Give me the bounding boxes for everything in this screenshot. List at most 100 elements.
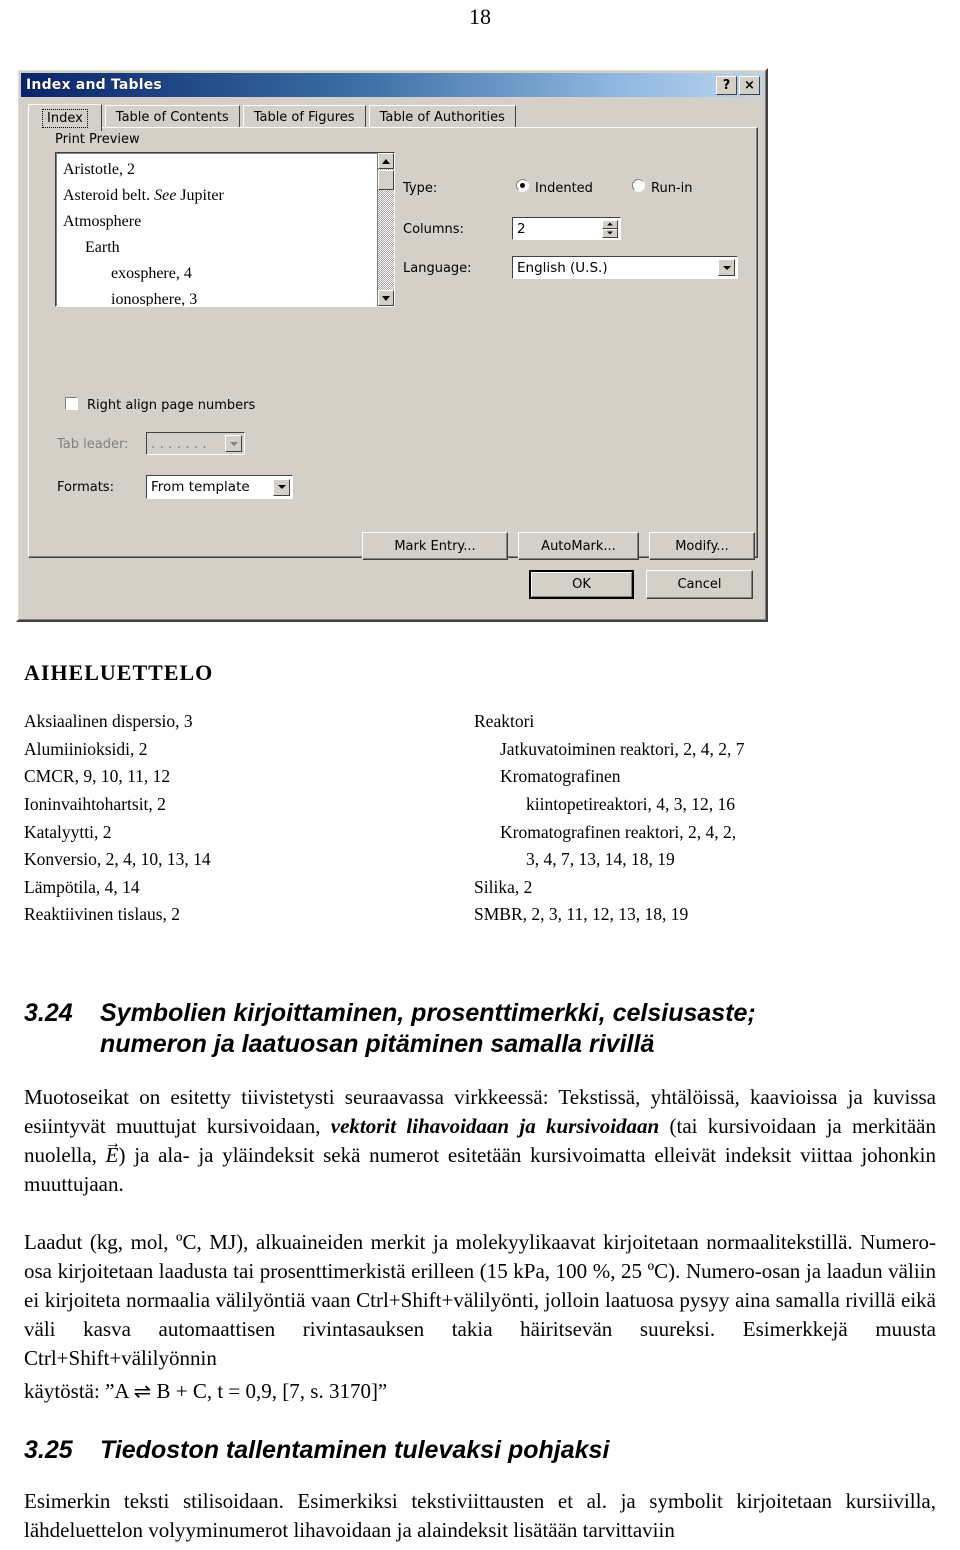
modify-label: Modify... (675, 538, 729, 554)
index-column-right: Reaktori Jatkuvatoiminen reaktori, 2, 4,… (474, 708, 904, 929)
paragraph-1: Muotoseikat on esitetty tiivistetysti se… (24, 1083, 936, 1199)
help-button[interactable]: ? (716, 75, 737, 95)
section-title-line1: Symbolien kirjoittaminen, prosenttimerkk… (100, 999, 756, 1027)
preview-line-text: Asteroid belt. (63, 186, 155, 204)
print-preview-box[interactable]: Aristotle, 2 Asteroid belt. See Jupiter … (55, 152, 395, 307)
index-sample-block: AIHELUETTELO Aksiaalinen dispersio, 3 Al… (24, 660, 924, 929)
tab-leader-label: Tab leader: (57, 437, 129, 452)
dialog-tabstrip: Index Table of Contents Table of Figures… (28, 103, 758, 131)
spinner-up-icon[interactable] (602, 219, 618, 229)
index-entry: Reaktiivinen tislaus, 2 (24, 904, 181, 925)
columns-stepper[interactable]: 2 (512, 217, 621, 240)
heading-indent-spacer (24, 1029, 100, 1060)
index-entry: Silika, 2 (474, 876, 533, 897)
chevron-down-icon[interactable] (273, 478, 290, 496)
page-number: 18 (469, 4, 491, 29)
radio-indented-label[interactable]: Indented (535, 181, 593, 196)
index-tab-page: Print Preview Aristotle, 2 Asteroid belt… (28, 127, 758, 560)
chevron-down-icon[interactable] (718, 259, 735, 276)
section-heading-3-24: 3.24 Symbolien kirjoittaminen, prosentti… (24, 998, 936, 1059)
ok-button[interactable]: OK (529, 570, 634, 599)
section-title-line2: numeron ja laatuosan pitäminen samalla r… (100, 1029, 655, 1058)
chevron-down-icon[interactable] (225, 435, 242, 452)
cancel-button[interactable]: Cancel (646, 570, 753, 599)
section-title-line1: Tiedoston tallentaminen tulevaksi pohjak… (100, 1436, 610, 1464)
index-entry: Alumiinioksidi, 2 (24, 738, 148, 759)
close-icon[interactable]: × (739, 75, 760, 95)
mark-entry-button[interactable]: Mark Entry... (362, 532, 508, 560)
language-combobox[interactable]: English (U.S.) (512, 256, 738, 279)
paragraph-2-last-line: käytöstä: ”A ⇌ B + C, t = 0,9, [7, s. 31… (24, 1377, 936, 1406)
formats-combobox[interactable]: From template (146, 475, 293, 499)
columns-spinner[interactable] (602, 219, 618, 238)
tab-table-of-contents-label: Table of Contents (115, 110, 229, 125)
automark-button[interactable]: AutoMark... (518, 532, 639, 560)
index-entry: SMBR, 2, 3, 11, 12, 13, 18, 19 (474, 904, 689, 925)
document-page: 18 Index and Tables ? × Index Table of C… (0, 0, 960, 1550)
print-preview-content: Aristotle, 2 Asteroid belt. See Jupiter … (56, 153, 377, 306)
index-column-left: Aksiaalinen dispersio, 3 Alumiinioksidi,… (24, 708, 454, 929)
radio-indented-dot (520, 183, 525, 188)
formats-label: Formats: (57, 480, 114, 495)
paragraph-2-last-text: käytöstä: ”A ⇌ B + C, t = 0,9, [7, s. 31… (24, 1379, 388, 1403)
tab-index-label: Index (42, 108, 88, 128)
heading-line-2: numeron ja laatuosan pitäminen samalla r… (24, 1029, 936, 1060)
tab-table-of-authorities[interactable]: Table of Authorities (368, 105, 516, 129)
vector-arrow-icon: → (104, 1133, 121, 1153)
paragraph-3-text: Esimerkin teksti stilisoidaan. Esimerkik… (24, 1489, 936, 1542)
index-entry: 3, 4, 7, 13, 14, 18, 19 (526, 849, 675, 870)
index-entry: Jatkuvatoiminen reaktori, 2, 4, 2, 7 (500, 738, 745, 759)
tab-table-of-authorities-label: Table of Authorities (379, 110, 505, 125)
dialog-titlebar[interactable]: Index and Tables ? × (21, 73, 763, 97)
radio-indented[interactable] (516, 179, 529, 192)
preview-line: ionosphere, 3 (111, 290, 198, 306)
index-entry: Kromatografinen (500, 766, 621, 787)
index-and-tables-dialog: Index and Tables ? × Index Table of Cont… (16, 68, 768, 622)
index-entry: Lämpötila, 4, 14 (24, 876, 140, 897)
radio-run-in-label[interactable]: Run-in (651, 181, 692, 196)
right-align-checkbox[interactable] (65, 397, 78, 410)
mark-entry-label: Mark Entry... (394, 538, 476, 554)
index-entry: Kromatografinen reaktori, 2, 4, 2, (500, 821, 737, 842)
radio-run-in[interactable] (632, 179, 645, 192)
index-entry: CMCR, 9, 10, 11, 12 (24, 766, 171, 787)
index-entry: Aksiaalinen dispersio, 3 (24, 711, 193, 731)
spinner-down-icon[interactable] (602, 228, 618, 238)
heading-line-1: 3.25 Tiedoston tallentaminen tulevaksi p… (24, 1435, 936, 1466)
preview-line-italic: See (154, 186, 177, 204)
section-number: 3.24 (24, 999, 73, 1027)
preview-scrollbar[interactable] (377, 153, 394, 306)
columns-label: Columns: (403, 222, 464, 237)
tab-leader-combobox[interactable]: . . . . . . . (146, 432, 245, 455)
tab-index[interactable]: Index (28, 104, 102, 131)
scroll-down-icon[interactable] (378, 290, 394, 306)
dialog-title: Index and Tables (26, 77, 162, 93)
preview-line: Earth (85, 238, 120, 256)
paragraph-1-part-c: ) ja ala- ja yläindeksit sekä numerot es… (24, 1142, 936, 1196)
scrollbar-thumb[interactable] (378, 170, 394, 190)
preview-line: Asteroid belt. See Jupiter (63, 183, 377, 209)
index-entry: Katalyytti, 2 (24, 821, 112, 842)
section-number: 3.25 (24, 1436, 73, 1464)
index-sample-columns: Aksiaalinen dispersio, 3 Alumiinioksidi,… (24, 708, 924, 929)
vector-symbol: → E (105, 1133, 121, 1170)
tab-table-of-figures[interactable]: Table of Figures (242, 105, 366, 129)
index-sample-title: AIHELUETTELO (24, 660, 214, 685)
preview-line-tail: Jupiter (176, 186, 224, 204)
modify-button[interactable]: Modify... (649, 532, 755, 560)
preview-line: Aristotle, 2 (63, 161, 135, 178)
index-entry: kiintopetireaktori, 4, 3, 12, 16 (526, 793, 735, 814)
paragraph-1-bold: vektorit lihavoidaan ja kursivoidaan (330, 1113, 660, 1138)
heading-line-1: 3.24 Symbolien kirjoittaminen, prosentti… (24, 998, 936, 1029)
index-entry: Reaktori (474, 711, 535, 731)
tab-table-of-contents[interactable]: Table of Contents (104, 105, 240, 129)
print-preview-label: Print Preview (55, 132, 140, 147)
columns-value: 2 (517, 220, 526, 237)
automark-label: AutoMark... (541, 538, 616, 554)
scroll-up-icon[interactable] (378, 153, 394, 169)
preview-line: Atmosphere (63, 212, 142, 230)
right-align-label[interactable]: Right align page numbers (87, 398, 255, 413)
paragraph-2-text: Laadut (kg, mol, ºC, MJ), alkuaineiden m… (24, 1230, 936, 1370)
type-label: Type: (403, 181, 438, 196)
ok-label: OK (572, 577, 591, 592)
